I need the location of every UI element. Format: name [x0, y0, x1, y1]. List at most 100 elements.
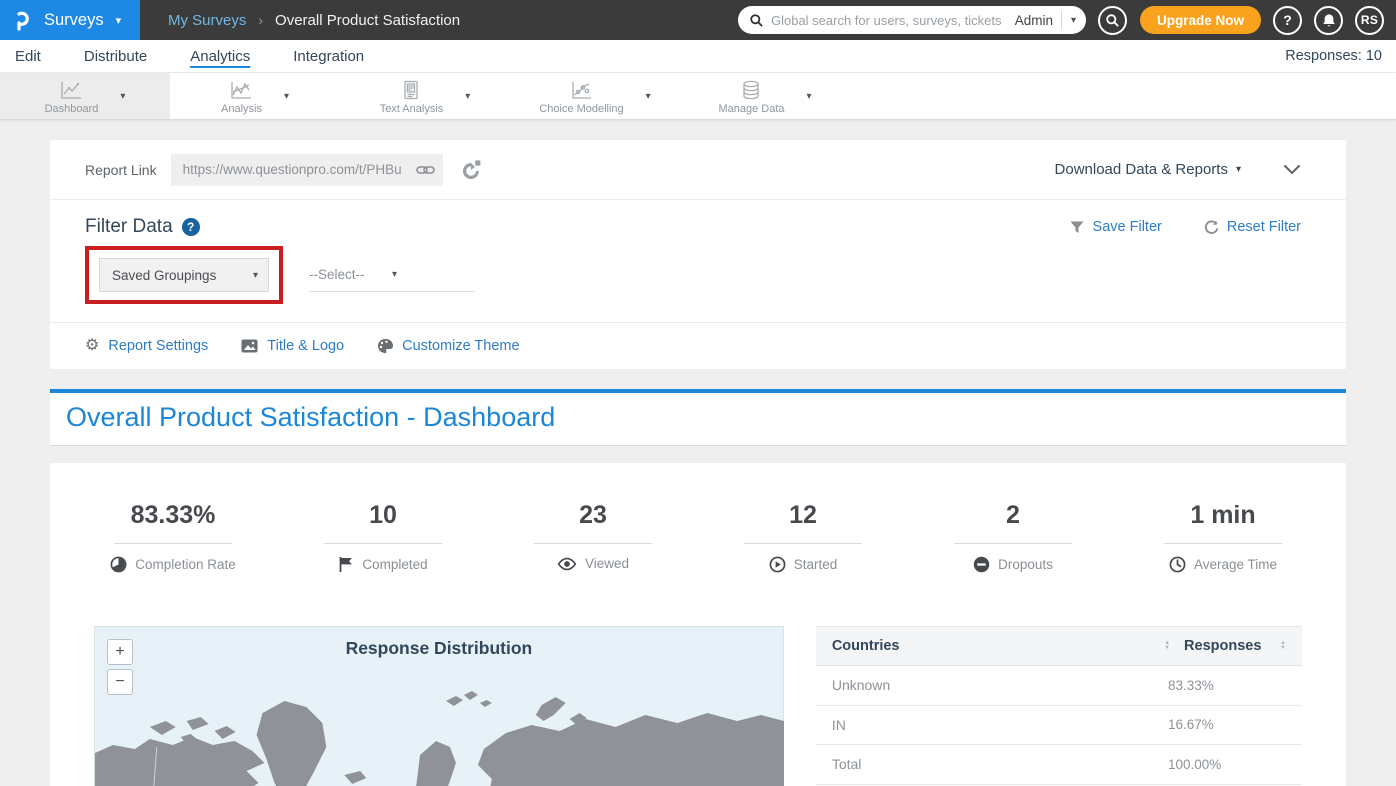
- questionpro-logo-icon: [14, 9, 34, 31]
- play-circle-icon: [769, 556, 786, 573]
- search-icon: [750, 14, 763, 27]
- tab-edit[interactable]: Edit: [14, 43, 42, 69]
- text-analysis-icon: [401, 80, 421, 101]
- grouping-select-dropdown[interactable]: --Select-- ▾: [309, 258, 475, 292]
- report-link-field: [171, 154, 443, 186]
- stat-label: Viewed: [585, 556, 629, 571]
- title-logo-link[interactable]: Title & Logo: [241, 338, 344, 354]
- product-name: Surveys: [44, 11, 104, 30]
- toolbar-manage-data[interactable]: Manage Data ▾: [680, 73, 850, 119]
- download-data-reports-dropdown[interactable]: Download Data & Reports: [1055, 161, 1228, 178]
- tab-integration[interactable]: Integration: [292, 43, 365, 69]
- help-button[interactable]: ?: [1273, 6, 1302, 35]
- countries-table-header: Countries ▲ ▼ Responses ▲ ▼: [816, 626, 1302, 666]
- caret-down-icon[interactable]: ▾: [465, 91, 470, 102]
- completion-rate-icon: [110, 556, 127, 573]
- funnel-icon: [1070, 221, 1085, 234]
- analytics-toolbar: Dashboard ▾ Analysis ▾ Text Analysis ▾: [0, 73, 1396, 120]
- search-icon: [1106, 14, 1119, 27]
- tab-distribute[interactable]: Distribute: [83, 43, 148, 69]
- report-settings-link[interactable]: ⚙ Report Settings: [85, 338, 208, 354]
- breadcrumb-current-survey: Overall Product Satisfaction: [275, 12, 460, 29]
- eye-icon: [557, 557, 577, 571]
- reset-filter-button[interactable]: Reset Filter: [1204, 219, 1301, 235]
- palette-icon: [377, 338, 393, 354]
- top-bar: Surveys ▾ My Surveys › Overall Product S…: [0, 0, 1396, 40]
- grouping-select-placeholder: --Select--: [309, 267, 392, 282]
- collapse-chevron-icon[interactable]: [1283, 164, 1301, 175]
- toolbar-text-analysis[interactable]: Text Analysis ▾: [340, 73, 510, 119]
- table-row: IN 16.67%: [816, 706, 1302, 746]
- analysis-chart-icon: [229, 80, 253, 101]
- caret-down-icon[interactable]: ▾: [116, 14, 122, 27]
- country-name: IN: [832, 717, 1168, 733]
- report-link-input[interactable]: [171, 154, 443, 186]
- toolbar-dashboard[interactable]: Dashboard ▾: [0, 73, 170, 119]
- country-name: Total: [832, 756, 1168, 772]
- stat-started: 12 Started: [698, 501, 908, 573]
- caret-down-icon[interactable]: ▾: [1236, 164, 1241, 175]
- link-icon[interactable]: [416, 163, 435, 177]
- filter-actions: Save Filter Reset Filter: [1070, 219, 1301, 235]
- annotation-highlight-box: Saved Groupings ▾: [85, 246, 283, 304]
- filter-data-heading: Filter Data: [85, 216, 173, 238]
- world-map[interactable]: [95, 675, 784, 786]
- bell-icon: [1322, 13, 1336, 28]
- toolbar-analysis[interactable]: Analysis ▾: [170, 73, 340, 119]
- search-scope-label[interactable]: Admin: [1015, 13, 1053, 28]
- breadcrumb-separator: ›: [258, 12, 263, 28]
- caret-down-icon[interactable]: ▾: [807, 91, 812, 102]
- flag-icon: [338, 556, 354, 573]
- toolbar-text-analysis-label: Text Analysis: [380, 103, 444, 115]
- search-scope-caret-icon[interactable]: ▾: [1071, 15, 1076, 26]
- global-search-input[interactable]: [771, 13, 1011, 28]
- countries-column-header[interactable]: Countries: [832, 638, 1164, 654]
- sort-icon[interactable]: ▲ ▼: [1164, 641, 1170, 651]
- map-title: Response Distribution: [95, 627, 783, 659]
- global-search[interactable]: Admin ▾: [738, 6, 1086, 34]
- stat-value: 1 min: [1190, 501, 1255, 530]
- tab-analytics[interactable]: Analytics: [189, 43, 251, 69]
- map-zoom-in-button[interactable]: +: [107, 639, 133, 665]
- product-switcher[interactable]: Surveys ▾: [0, 0, 140, 40]
- survey-nav: Edit Distribute Analytics Integration Re…: [0, 40, 1396, 73]
- stat-label: Completed: [362, 557, 427, 572]
- stat-viewed: 23 Viewed: [488, 501, 698, 573]
- stat-value: 83.33%: [131, 501, 216, 530]
- report-link-row: Report Link Download Data & Reports ▾: [50, 140, 1346, 200]
- notifications-button[interactable]: [1314, 6, 1343, 35]
- title-logo-label: Title & Logo: [267, 338, 344, 354]
- filter-help-icon[interactable]: ?: [182, 218, 200, 236]
- caret-down-icon[interactable]: ▾: [646, 91, 651, 102]
- country-responses: 83.33%: [1168, 678, 1286, 693]
- share-report-icon[interactable]: [460, 159, 482, 181]
- caret-down-icon[interactable]: ▾: [284, 91, 289, 102]
- sort-icon[interactable]: ▲ ▼: [1280, 641, 1286, 651]
- stat-value: 23: [579, 501, 607, 530]
- report-settings-row: ⚙ Report Settings Title & Logo Customize…: [50, 323, 1346, 369]
- customize-theme-link[interactable]: Customize Theme: [377, 338, 519, 354]
- user-avatar[interactable]: RS: [1355, 6, 1384, 35]
- breadcrumb-my-surveys[interactable]: My Surveys: [168, 12, 246, 29]
- upgrade-now-button[interactable]: Upgrade Now: [1140, 6, 1261, 34]
- toolbar-choice-modelling[interactable]: Choice Modelling ▾: [510, 73, 680, 119]
- search-button[interactable]: [1098, 6, 1127, 35]
- stat-value: 10: [369, 501, 397, 530]
- dashboard-card: 83.33% Completion Rate 10 Completed: [50, 463, 1346, 786]
- filter-data-section: Filter Data ? Save Filter Reset Filter: [50, 200, 1346, 323]
- stat-label: Started: [794, 557, 838, 572]
- page-title: Overall Product Satisfaction - Dashboard: [66, 402, 1330, 433]
- responses-count[interactable]: Responses: 10: [1285, 48, 1382, 64]
- toolbar-manage-data-label: Manage Data: [718, 103, 784, 115]
- clock-icon: [1169, 556, 1186, 573]
- save-filter-button[interactable]: Save Filter: [1070, 219, 1162, 235]
- responses-column-header[interactable]: Responses: [1184, 638, 1280, 654]
- stat-completed: 10 Completed: [278, 501, 488, 573]
- saved-groupings-dropdown[interactable]: Saved Groupings ▾: [99, 258, 269, 292]
- caret-down-icon[interactable]: ▾: [120, 91, 125, 102]
- database-icon: [740, 80, 762, 101]
- saved-groupings-label: Saved Groupings: [112, 268, 253, 283]
- image-icon: [241, 339, 258, 353]
- report-row-actions: Download Data & Reports ▾: [1055, 161, 1301, 178]
- divider: [1061, 11, 1062, 29]
